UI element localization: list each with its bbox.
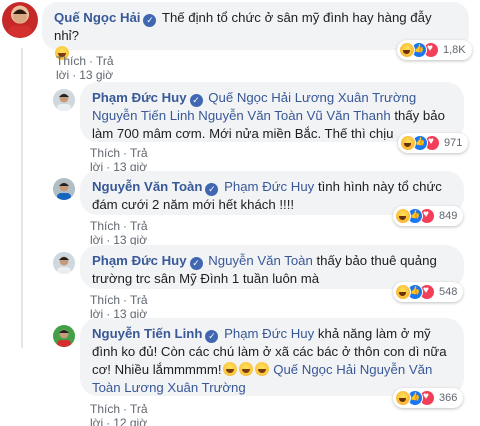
reactions-summary[interactable]: 1,8K: [397, 40, 472, 60]
reaction-count: 366: [439, 392, 458, 404]
comment-actions: Thích · Trả lời · 12 giờ: [90, 402, 148, 426]
like-link[interactable]: Thích: [56, 54, 86, 68]
avatar[interactable]: [53, 325, 75, 347]
like-link[interactable]: Thích: [90, 219, 120, 233]
avatar[interactable]: [2, 2, 38, 38]
reaction-count: 1,8K: [443, 44, 466, 56]
mentioned-users[interactable]: Phạm Đức Huy: [224, 179, 314, 194]
reactions-summary[interactable]: 971: [398, 133, 469, 153]
haha-reaction-icon: [395, 284, 411, 300]
author-name[interactable]: Nguyễn Văn Toàn: [92, 179, 202, 194]
avatar[interactable]: [53, 178, 75, 200]
reaction-count: 849: [439, 210, 458, 222]
reaction-count: 548: [439, 286, 458, 298]
laughing-emoji-icon: [238, 362, 253, 376]
author-name[interactable]: Nguyễn Tiến Linh: [92, 326, 202, 341]
comment-bubble: Nguyễn Tiến Linh ✓ Phạm Đức Huy khả năng …: [80, 318, 464, 396]
verified-icon: ✓: [189, 257, 203, 270]
haha-reaction-icon: [400, 135, 416, 151]
haha-reaction-icon: [399, 42, 415, 58]
haha-reaction-icon: [395, 390, 411, 406]
timestamp[interactable]: 13 giờ: [79, 68, 113, 82]
reactions-summary[interactable]: 366: [393, 388, 464, 408]
verified-icon: ✓: [205, 330, 219, 343]
verified-icon: ✓: [143, 14, 157, 27]
author-name[interactable]: Quế Ngọc Hải: [54, 10, 140, 25]
thread-line: [21, 48, 23, 348]
avatar[interactable]: [53, 89, 75, 111]
comment-actions: Thích · Trả lời · 13 giờ: [90, 219, 148, 247]
author-name[interactable]: Phạm Đức Huy: [92, 90, 187, 105]
avatar[interactable]: [53, 252, 75, 274]
mentioned-users[interactable]: Phạm Đức Huy: [224, 326, 314, 341]
verified-icon: ✓: [205, 183, 219, 196]
like-link[interactable]: Thích: [90, 293, 120, 307]
reaction-count: 971: [444, 137, 463, 149]
like-link[interactable]: Thích: [90, 402, 120, 416]
timestamp[interactable]: 12 giờ: [113, 416, 147, 426]
reactions-summary[interactable]: 849: [393, 206, 464, 226]
haha-reaction-icon: [395, 208, 411, 224]
laughing-emoji-icon: [254, 362, 269, 376]
comment-actions: Thích · Trả lời · 13 giờ: [90, 293, 148, 321]
mentioned-users[interactable]: Nguyễn Văn Toàn: [208, 253, 313, 268]
author-name[interactable]: Phạm Đức Huy: [92, 253, 187, 268]
like-link[interactable]: Thích: [90, 146, 120, 160]
comment-actions: Thích · Trả lời · 13 giờ: [56, 54, 114, 82]
verified-icon: ✓: [189, 94, 203, 107]
laughing-emoji-icon: [222, 362, 237, 376]
reactions-summary[interactable]: 548: [393, 282, 464, 302]
comment-actions: Thích · Trả lời · 13 giờ: [90, 146, 148, 174]
